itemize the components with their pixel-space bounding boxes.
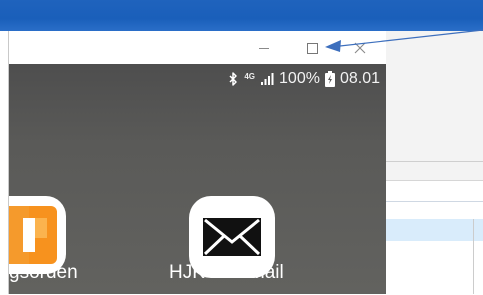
background-selected-row[interactable] xyxy=(385,219,483,241)
window-titlebar[interactable] xyxy=(9,31,386,64)
battery-charging-icon xyxy=(324,71,335,87)
app-label-orange[interactable]: gsorden xyxy=(9,262,78,284)
status-bar: 4G 100% 08.01 xyxy=(228,68,380,90)
signal-icon xyxy=(261,73,274,85)
minimize-button[interactable] xyxy=(241,31,287,64)
network-type-label: 4G xyxy=(244,71,256,81)
maximize-button[interactable] xyxy=(289,31,335,64)
background-divider xyxy=(385,161,483,162)
phone-screen: 4G 100% 08.01 gsorden HJK Webmail xyxy=(9,64,386,294)
app-label-webmail[interactable]: HJK Webmail xyxy=(169,262,284,284)
maximize-icon xyxy=(306,42,318,54)
clock: 08.01 xyxy=(339,70,380,87)
background-row-line xyxy=(385,201,483,202)
battery-percentage: 100% xyxy=(279,70,320,87)
background-column-line xyxy=(473,219,474,294)
mirror-window: 4G 100% 08.01 gsorden HJK Webmail xyxy=(8,31,386,294)
minimize-icon xyxy=(259,48,269,49)
close-icon xyxy=(354,42,366,53)
taskbar-banner xyxy=(0,0,483,31)
bluetooth-icon xyxy=(229,72,238,86)
close-button[interactable] xyxy=(337,31,383,64)
